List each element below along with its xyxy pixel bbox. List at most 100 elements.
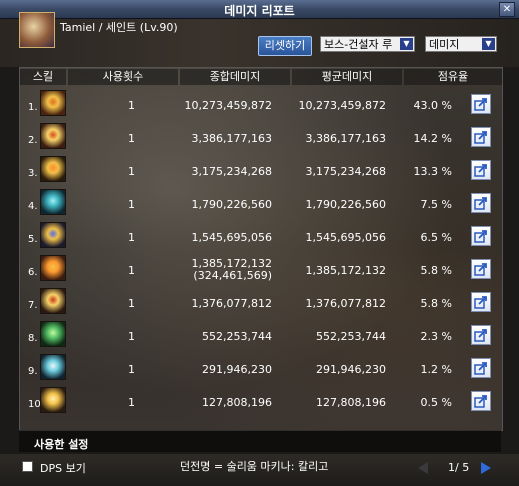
character-avatar <box>19 12 55 48</box>
target-select[interactable]: 보스-건설자 루 ▼ <box>320 36 415 52</box>
row-rank: 6. <box>28 267 38 278</box>
skill-icon <box>40 156 66 182</box>
detail-button[interactable] <box>471 160 491 180</box>
total-damage: 291,946,230 <box>202 363 272 376</box>
export-icon <box>474 230 487 243</box>
header-count: 사용횟수 <box>68 69 178 85</box>
table-row: 3. 1 3,175,234,268 3,175,234,268 13.3 % <box>20 153 502 186</box>
header-total: 종합데미지 <box>180 69 290 85</box>
detail-button[interactable] <box>471 226 491 246</box>
table-row: 6. 1 1,385,172,132 (324,461,569) 1,385,172,1… <box>20 252 502 285</box>
detail-button[interactable] <box>471 94 491 114</box>
header-average: 평균데미지 <box>292 69 402 85</box>
total-damage: 127,808,196 <box>202 396 272 409</box>
table-row: 8. 1 552,253,744 552,253,744 2.3 % <box>20 318 502 351</box>
total-damage: 552,253,744 <box>202 330 272 343</box>
row-rank: 1. <box>28 102 38 113</box>
detail-button[interactable] <box>471 292 491 312</box>
use-count: 1 <box>128 231 135 244</box>
damage-share: 14.2 % <box>413 132 452 145</box>
settings-strip <box>19 430 501 452</box>
export-icon <box>474 395 487 408</box>
usage-settings-label: 사용한 설정 <box>34 438 89 451</box>
row-rank: 4. <box>28 201 38 212</box>
total-damage: 1,545,695,056 <box>191 231 272 244</box>
average-damage: 127,808,196 <box>316 396 386 409</box>
total-damage: 3,386,177,163 <box>191 132 272 145</box>
row-rank: 5. <box>28 234 38 245</box>
use-count: 1 <box>128 198 135 211</box>
use-count: 1 <box>128 396 135 409</box>
row-rank: 9. <box>28 366 38 377</box>
target-select-value: 보스-건설자 루 <box>324 38 393 51</box>
total-damage: 3,175,234,268 <box>191 165 272 178</box>
total-damage: 10,273,459,872 <box>184 99 272 112</box>
average-damage: 1,385,172,132 <box>305 264 386 277</box>
damage-share: 2.3 % <box>420 330 452 343</box>
skill-icon <box>40 189 66 215</box>
use-count: 1 <box>128 264 135 277</box>
row-rank: 7. <box>28 300 38 311</box>
character-name: Tamiel / 세인트 (Lv.90) <box>60 21 178 34</box>
average-damage: 3,386,177,163 <box>305 132 386 145</box>
export-icon <box>474 296 487 309</box>
average-damage: 291,946,230 <box>316 363 386 376</box>
export-icon <box>474 329 487 342</box>
row-rank: 8. <box>28 333 38 344</box>
damage-share: 0.5 % <box>420 396 452 409</box>
skill-icon <box>40 387 66 413</box>
average-damage: 10,273,459,872 <box>298 99 386 112</box>
damage-share: 13.3 % <box>413 165 452 178</box>
average-damage: 1,376,077,812 <box>305 297 386 310</box>
detail-button[interactable] <box>471 259 491 279</box>
page-indicator: 1/ 5 <box>448 461 470 474</box>
detail-button[interactable] <box>471 127 491 147</box>
export-icon <box>474 164 487 177</box>
total-damage: 1,790,226,560 <box>191 198 272 211</box>
damage-share: 43.0 % <box>413 99 452 112</box>
average-damage: 1,545,695,056 <box>305 231 386 244</box>
use-count: 1 <box>128 297 135 310</box>
use-count: 1 <box>128 132 135 145</box>
use-count: 1 <box>128 165 135 178</box>
average-damage: 1,790,226,560 <box>305 198 386 211</box>
detail-button[interactable] <box>471 358 491 378</box>
previous-page-button[interactable] <box>418 462 428 474</box>
damage-share: 5.8 % <box>420 264 452 277</box>
use-count: 1 <box>128 99 135 112</box>
table-row: 7. 1 1,376,077,812 1,376,077,812 5.8 % <box>20 285 502 318</box>
detail-button[interactable] <box>471 193 491 213</box>
next-page-button[interactable] <box>481 462 491 474</box>
skill-icon <box>40 354 66 380</box>
average-damage: 552,253,744 <box>316 330 386 343</box>
table-row: 5. 1 1,545,695,056 1,545,695,056 6.5 % <box>20 219 502 252</box>
table-row: 9. 1 291,946,230 291,946,230 1.2 % <box>20 351 502 384</box>
mode-select-value: 데미지 <box>429 38 460 51</box>
total-damage: 1,376,077,812 <box>191 297 272 310</box>
chevron-down-icon: ▼ <box>400 38 413 50</box>
detail-button[interactable] <box>471 325 491 345</box>
header-share: 점유율 <box>404 69 502 85</box>
table-row: 4. 1 1,790,226,560 1,790,226,560 7.5 % <box>20 186 502 219</box>
average-damage: 3,175,234,268 <box>305 165 386 178</box>
export-icon <box>474 131 487 144</box>
export-icon <box>474 197 487 210</box>
skill-icon <box>40 288 66 314</box>
table-row: 10. 1 127,808,196 127,808,196 0.5 % <box>20 384 502 417</box>
close-button[interactable]: ✕ <box>499 2 515 17</box>
dps-checkbox[interactable] <box>22 461 33 472</box>
skill-icon <box>40 90 66 116</box>
title-bar: 데미지 리포트 ✕ <box>0 0 519 19</box>
use-count: 1 <box>128 363 135 376</box>
row-rank: 2. <box>28 135 38 146</box>
total-damage-extra: (324,461,569) <box>193 269 272 282</box>
damage-share: 5.8 % <box>420 297 452 310</box>
use-count: 1 <box>128 330 135 343</box>
damage-share: 7.5 % <box>420 198 452 211</box>
reset-button[interactable]: 리셋하기 <box>258 36 312 56</box>
mode-select[interactable]: 데미지 ▼ <box>425 36 497 52</box>
export-icon <box>474 263 487 276</box>
skill-icon <box>40 321 66 347</box>
detail-button[interactable] <box>471 391 491 411</box>
chevron-down-icon: ▼ <box>482 38 495 50</box>
